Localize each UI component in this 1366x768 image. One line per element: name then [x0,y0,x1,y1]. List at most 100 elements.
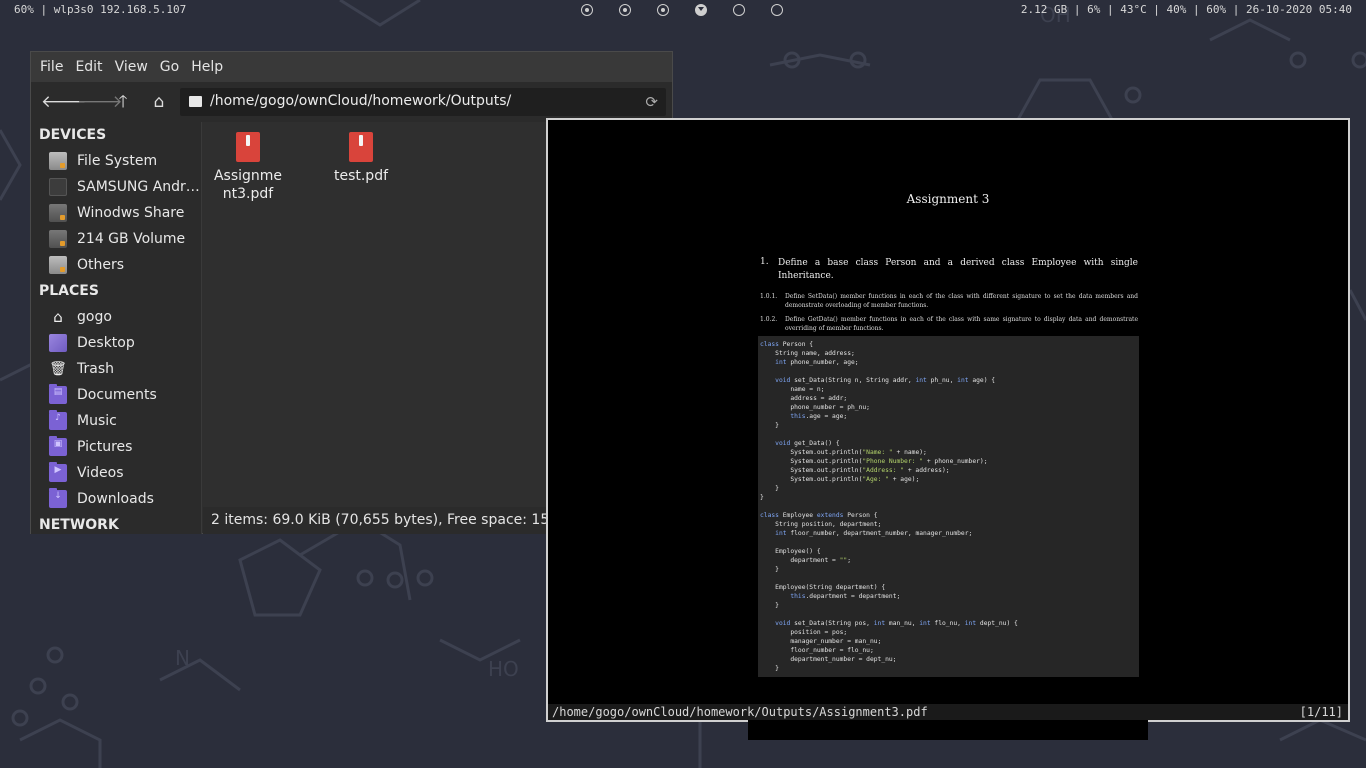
code-line: this.department = department; [790,593,901,600]
desktop-icon [49,334,67,352]
pdf-file-path: /home/gogo/ownCloud/homework/Outputs/Ass… [552,705,928,719]
menu-file[interactable]: File [34,52,69,82]
sidebar-item-documents[interactable]: Documents [31,382,201,408]
reload-icon[interactable]: ⟳ [645,93,658,111]
drive-icon [49,152,67,170]
file-item-test[interactable]: test.pdf [316,122,406,185]
code-line: department_number = dept_nu; [760,656,897,663]
sidebar-item-label: SAMSUNG Andr… [77,179,200,195]
workspace-1-indicator[interactable] [581,4,593,16]
svg-text:HO: HO [488,657,519,681]
sidebar-item-label: Winodws Share [77,205,185,221]
sidebar-item-file-system[interactable]: File System [31,148,201,174]
drive-icon [49,230,67,248]
code-line: void get_Data() { [775,440,840,447]
sidebar-item-home[interactable]: ⌂ gogo [31,304,201,330]
sidebar-item-samsung[interactable]: SAMSUNG Andr… [31,174,201,200]
location-bar[interactable]: /home/gogo/ownCloud/homework/Outputs/ ⟳ [180,88,666,116]
workspace-5-indicator[interactable] [733,4,745,16]
back-arrow-icon[interactable]: 🡐 [41,92,87,112]
workspace-2-indicator[interactable] [619,4,631,16]
menu-help[interactable]: Help [185,52,229,82]
code-line: } [760,566,779,573]
sidebar-item-volume[interactable]: 214 GB Volume [31,226,201,252]
sidebar-item-label: File System [77,153,158,169]
file-item-assignment3[interactable]: Assignme nt3.pdf [203,122,293,203]
code-line: String name, address; [760,350,855,357]
sidebar: DEVICES File System SAMSUNG Andr… Winodw… [31,122,202,534]
menu-view[interactable]: View [109,52,154,82]
pdf-status-bar: /home/gogo/ownCloud/homework/Outputs/Ass… [548,704,1348,720]
sidebar-item-pictures[interactable]: Pictures [31,434,201,460]
status-bar: 60% | wlp3s0 192.168.5.107 2.12 GB | 6% … [0,0,1366,20]
phone-icon [49,178,67,196]
sidebar-item-label: gogo [77,309,112,325]
network-heading: NETWORK [39,517,119,533]
forward-arrow-icon[interactable]: 🡒 [77,92,123,112]
sidebar-item-desktop[interactable]: Desktop [31,330,201,356]
page-indicator: [1/11] [1299,705,1343,719]
sidebar-item-trash[interactable]: 🗑 Trash [31,356,201,382]
code-line: Employee() { [760,548,821,555]
sidebar-item-downloads[interactable]: Downloads [31,486,201,512]
code-line: String position, department; [760,521,882,528]
devices-heading: DEVICES [39,127,107,143]
folder-icon [189,96,202,107]
document-title: Assignment 3 [906,192,990,206]
code-line: System.out.println("Phone Number: " + ph… [760,458,988,465]
folder-music-icon [49,410,67,430]
workspace-switcher [581,4,783,16]
drive-icon [49,256,67,274]
folder-downloads-icon [49,488,67,508]
subquestion-number: 1.0.2. [760,316,778,323]
code-line: Employee(String department) { [760,584,886,591]
sidebar-item-music[interactable]: Music [31,408,201,434]
code-line: this.age = age; [790,413,848,420]
code-line: System.out.println("Address: " + address… [760,467,950,474]
question-text: Define a base class Person and a derived… [778,258,1138,281]
code-line: } [760,422,779,429]
sidebar-item-videos[interactable]: Videos [31,460,201,486]
sidebar-item-windows-share[interactable]: Winodws Share [31,200,201,226]
workspace-3-indicator[interactable] [657,4,669,16]
up-arrow-icon[interactable]: 🡑 [113,92,133,112]
location-path[interactable]: /home/gogo/ownCloud/homework/Outputs/ [210,93,511,109]
code-line: void set_Data(String pos, int man_nu, in… [775,620,1018,627]
code-line: name = n; [760,386,825,393]
sidebar-item-label: Desktop [77,335,135,351]
workspace-6-indicator[interactable] [771,4,783,16]
question-number: 1. [760,257,769,267]
sidebar-item-others[interactable]: Others [31,252,201,278]
code-line: } [760,602,779,609]
pdf-icon [349,132,373,162]
folder-videos-icon [49,462,67,482]
workspace-4-indicator[interactable] [695,4,707,16]
subquestion-text: Define GetData() member functions in eac… [785,316,1138,332]
code-line: manager_number = man_nu; [760,638,882,645]
file-name: nt3.pdf [222,186,274,202]
code-listing: class Person { String name, address; int… [758,336,1139,677]
menu-edit[interactable]: Edit [69,52,108,82]
file-name: test.pdf [333,168,389,184]
home-icon[interactable]: ⌂ [149,92,169,112]
menu-go[interactable]: Go [154,52,185,82]
code-line: System.out.println("Age: " + age); [760,476,920,483]
pdf-viewer-window[interactable]: Assignment 3 1. Define a base class Pers… [546,118,1350,740]
code-line: floor_number = flo_nu; [760,647,874,654]
svg-text:N: N [175,646,190,670]
code-line: int floor_number, department_number, man… [775,530,973,537]
folder-documents-icon [49,384,67,404]
sidebar-item-label: Downloads [77,491,154,507]
code-line: position = pos; [760,629,848,636]
code-line: void set_Data(String n, String addr, int… [775,377,996,384]
home-icon: ⌂ [53,308,63,326]
subquestion-number: 1.0.1. [760,293,778,300]
subquestion-text: Define SetData() member functions in eac… [785,293,1138,309]
network-status: 60% | wlp3s0 192.168.5.107 [14,3,187,16]
code-line: phone_number = ph_nu; [760,404,870,411]
sidebar-item-label: 214 GB Volume [77,231,186,247]
